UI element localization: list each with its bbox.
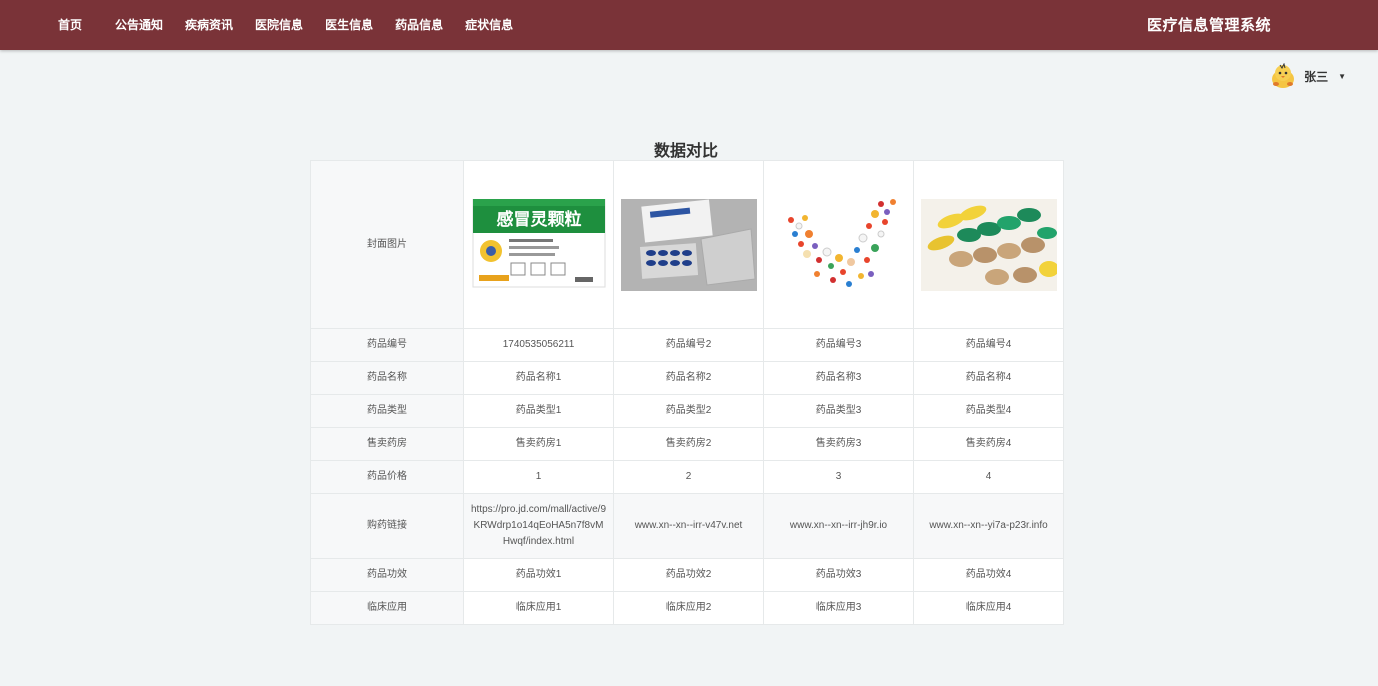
nav-symptom-info[interactable]: 症状信息 bbox=[465, 16, 513, 33]
purchase-link[interactable]: www.xn--xn--irr-jh9r.io bbox=[763, 493, 914, 559]
drug-image-2 bbox=[620, 198, 757, 291]
nav-drug-info[interactable]: 药品信息 bbox=[395, 16, 443, 33]
table-cell: 1740535056211 bbox=[463, 328, 614, 362]
table-cell: 感冒灵颗粒 bbox=[463, 160, 614, 329]
drug-image-4 bbox=[920, 198, 1057, 291]
user-name: 张三 bbox=[1304, 69, 1329, 84]
purchase-link[interactable]: https://pro.jd.com/mall/active/9KRWdrp1o… bbox=[463, 493, 614, 559]
row-label: 药品类型 bbox=[310, 394, 464, 428]
table-row: 药品编号 1740535056211 药品编号2 药品编号3 药品编号4 bbox=[310, 328, 1064, 362]
purchase-link[interactable]: www.xn--xn--irr-v47v.net bbox=[613, 493, 764, 559]
row-label: 售卖药房 bbox=[310, 427, 464, 461]
table-cell: 售卖药房3 bbox=[763, 427, 914, 461]
table-cell: 药品名称3 bbox=[763, 361, 914, 395]
row-label: 购药链接 bbox=[310, 493, 464, 559]
table-cell: 药品功效3 bbox=[763, 558, 914, 592]
table-cell: 4 bbox=[913, 460, 1064, 494]
table-cell: 临床应用3 bbox=[763, 591, 914, 625]
table-cell: 药品名称4 bbox=[913, 361, 1064, 395]
table-cell: 售卖药房1 bbox=[463, 427, 614, 461]
table-cell: 售卖药房2 bbox=[613, 427, 764, 461]
table-cell: 药品名称2 bbox=[613, 361, 764, 395]
compare-table: 封面图片 感冒灵颗粒 药品编号 1740535056211 药品编号2 药品编号… bbox=[310, 160, 1064, 625]
nav-disease-news[interactable]: 疾病资讯 bbox=[185, 16, 233, 33]
table-cell: 售卖药房4 bbox=[913, 427, 1064, 461]
user-menu[interactable]: 张三 ▼ bbox=[1270, 63, 1346, 89]
drug-image-1: 感冒灵颗粒 bbox=[472, 198, 605, 287]
nav-doctor-info[interactable]: 医生信息 bbox=[325, 16, 373, 33]
table-cell bbox=[613, 160, 764, 329]
table-cell: 药品类型2 bbox=[613, 394, 764, 428]
row-label: 封面图片 bbox=[310, 160, 464, 329]
row-label: 药品功效 bbox=[310, 558, 464, 592]
table-cell: 药品编号3 bbox=[763, 328, 914, 362]
purchase-link[interactable]: www.xn--xn--yi7a-p23r.info bbox=[913, 493, 1064, 559]
table-cell: 临床应用4 bbox=[913, 591, 1064, 625]
table-row: 药品价格 1 2 3 4 bbox=[310, 460, 1064, 494]
table-cell: 药品功效4 bbox=[913, 558, 1064, 592]
table-cell: 药品类型1 bbox=[463, 394, 614, 428]
table-cell: 2 bbox=[613, 460, 764, 494]
row-label: 药品名称 bbox=[310, 361, 464, 395]
table-cell: 药品功效1 bbox=[463, 558, 614, 592]
table-row: 售卖药房 售卖药房1 售卖药房2 售卖药房3 售卖药房4 bbox=[310, 427, 1064, 461]
row-label: 药品价格 bbox=[310, 460, 464, 494]
table-cell: 药品编号2 bbox=[613, 328, 764, 362]
table-row: 购药链接 https://pro.jd.com/mall/active/9KRW… bbox=[310, 493, 1064, 559]
caret-down-icon: ▼ bbox=[1338, 71, 1346, 81]
row-label: 临床应用 bbox=[310, 591, 464, 625]
table-row: 药品名称 药品名称1 药品名称2 药品名称3 药品名称4 bbox=[310, 361, 1064, 395]
page-title: 数据对比 bbox=[653, 143, 718, 160]
table-cell bbox=[913, 160, 1064, 329]
table-cell: 3 bbox=[763, 460, 914, 494]
table-cell: 临床应用1 bbox=[463, 591, 614, 625]
table-cell: 药品类型3 bbox=[763, 394, 914, 428]
table-cell bbox=[763, 160, 914, 329]
drug-image-3 bbox=[787, 198, 896, 287]
drug-image-1-caption: 感冒灵颗粒 bbox=[496, 209, 581, 230]
nav-hospital-info[interactable]: 医院信息 bbox=[255, 16, 303, 33]
system-title: 医疗信息管理系统 bbox=[1146, 17, 1271, 34]
top-navbar: 首页 公告通知 疾病资讯 医院信息 医生信息 药品信息 症状信息 医疗信息管理系… bbox=[0, 0, 1378, 50]
table-row: 药品类型 药品类型1 药品类型2 药品类型3 药品类型4 bbox=[310, 394, 1064, 428]
table-cell: 药品类型4 bbox=[913, 394, 1064, 428]
table-cell: 临床应用2 bbox=[613, 591, 764, 625]
table-cell: 1 bbox=[463, 460, 614, 494]
table-row: 临床应用 临床应用1 临床应用2 临床应用3 临床应用4 bbox=[310, 591, 1064, 625]
cartoon-chick-avatar-icon bbox=[1272, 63, 1295, 88]
table-cell: 药品功效2 bbox=[613, 558, 764, 592]
nav-announcements[interactable]: 公告通知 bbox=[115, 16, 163, 33]
nav-home[interactable]: 首页 bbox=[58, 16, 82, 33]
table-cell: 药品编号4 bbox=[913, 328, 1064, 362]
row-label: 药品编号 bbox=[310, 328, 464, 362]
table-cell: 药品名称1 bbox=[463, 361, 614, 395]
table-row: 药品功效 药品功效1 药品功效2 药品功效3 药品功效4 bbox=[310, 558, 1064, 592]
table-row: 封面图片 感冒灵颗粒 bbox=[310, 160, 1064, 329]
main-nav: 首页 公告通知 疾病资讯 医院信息 医生信息 药品信息 症状信息 bbox=[48, 0, 535, 48]
